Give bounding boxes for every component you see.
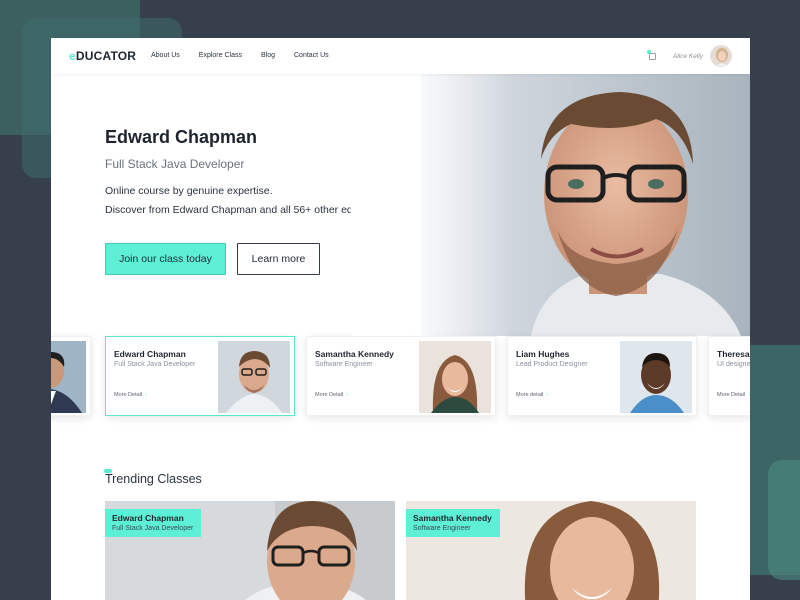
chevron-right-icon: › xyxy=(748,392,750,398)
chevron-right-icon: › xyxy=(346,392,348,398)
chevron-right-icon: › xyxy=(546,392,549,398)
educator-card[interactable]: Samantha Kennedy Software Engineer More … xyxy=(306,336,496,416)
more-detail-link[interactable]: More Detail › xyxy=(114,392,147,398)
class-label: Edward Chapman Full Stack Java Developer xyxy=(105,509,202,537)
brand-logo[interactable]: eDUCATOR xyxy=(69,49,136,63)
class-card[interactable]: Edward Chapman Full Stack Java Developer xyxy=(105,501,395,600)
trending-classes-heading: Trending Classes xyxy=(105,472,202,486)
class-label: Samantha Kennedy Software Engineer xyxy=(406,509,500,537)
background-shape xyxy=(768,460,800,580)
educator-card[interactable]: Theresa UI designe More Detail › xyxy=(708,336,750,416)
top-navigation-bar: eDUCATOR About Us Explore Class Blog Con… xyxy=(51,38,750,74)
nav-contact-us[interactable]: Contact Us xyxy=(294,52,329,59)
hero-subtitle: Full Stack Java Developer xyxy=(105,157,245,171)
user-avatar[interactable] xyxy=(710,45,732,67)
educator-role: UI designe xyxy=(717,361,750,368)
join-class-button[interactable]: Join our class today xyxy=(105,243,226,275)
educator-photo xyxy=(218,341,290,413)
educator-card[interactable]: Liam Hughes Lead Product Designer More d… xyxy=(507,336,697,416)
class-educator-name: Edward Chapman xyxy=(112,513,184,523)
notification-dot xyxy=(647,50,651,54)
educator-role: Full Stack Java Developer xyxy=(114,361,196,368)
more-detail-link[interactable]: More Detail › xyxy=(717,392,750,398)
more-detail-link[interactable]: More detail › xyxy=(516,392,548,398)
main-nav: About Us Explore Class Blog Contact Us xyxy=(151,52,329,59)
educator-name: Samantha Kennedy xyxy=(315,349,394,359)
educator-role: Software Engineer xyxy=(315,361,373,368)
nav-blog[interactable]: Blog xyxy=(261,52,275,59)
class-educator-role: Software Engineer xyxy=(413,525,471,532)
user-name[interactable]: Alice Kelly xyxy=(673,53,703,60)
educator-name: Liam Hughes xyxy=(516,349,570,359)
nav-about-us[interactable]: About Us xyxy=(151,52,180,59)
nav-explore-class[interactable]: Explore Class xyxy=(199,52,242,59)
educator-card[interactable] xyxy=(51,336,91,416)
hero-title: Edward Chapman xyxy=(105,127,258,147)
chevron-right-icon: › xyxy=(145,392,147,398)
app-window: eDUCATOR About Us Explore Class Blog Con… xyxy=(51,38,750,600)
educator-photo xyxy=(51,341,86,413)
cart-icon[interactable] xyxy=(647,50,657,61)
educator-name: Edward Chapman xyxy=(114,349,186,359)
educator-photo xyxy=(620,341,692,413)
educator-photo xyxy=(419,341,491,413)
class-educator-role: Full Stack Java Developer xyxy=(112,525,194,532)
class-educator-name: Samantha Kennedy xyxy=(413,513,492,523)
more-detail-link[interactable]: More Detail › xyxy=(315,392,348,398)
educator-name: Theresa xyxy=(717,349,750,359)
educator-role: Lead Product Designer xyxy=(516,361,588,368)
learn-more-button[interactable]: Learn more xyxy=(237,243,320,275)
class-card[interactable]: Samantha Kennedy Software Engineer xyxy=(406,501,696,600)
educator-card[interactable]: Edward Chapman Full Stack Java Developer… xyxy=(105,336,295,416)
hero-fade-overlay xyxy=(351,74,511,336)
